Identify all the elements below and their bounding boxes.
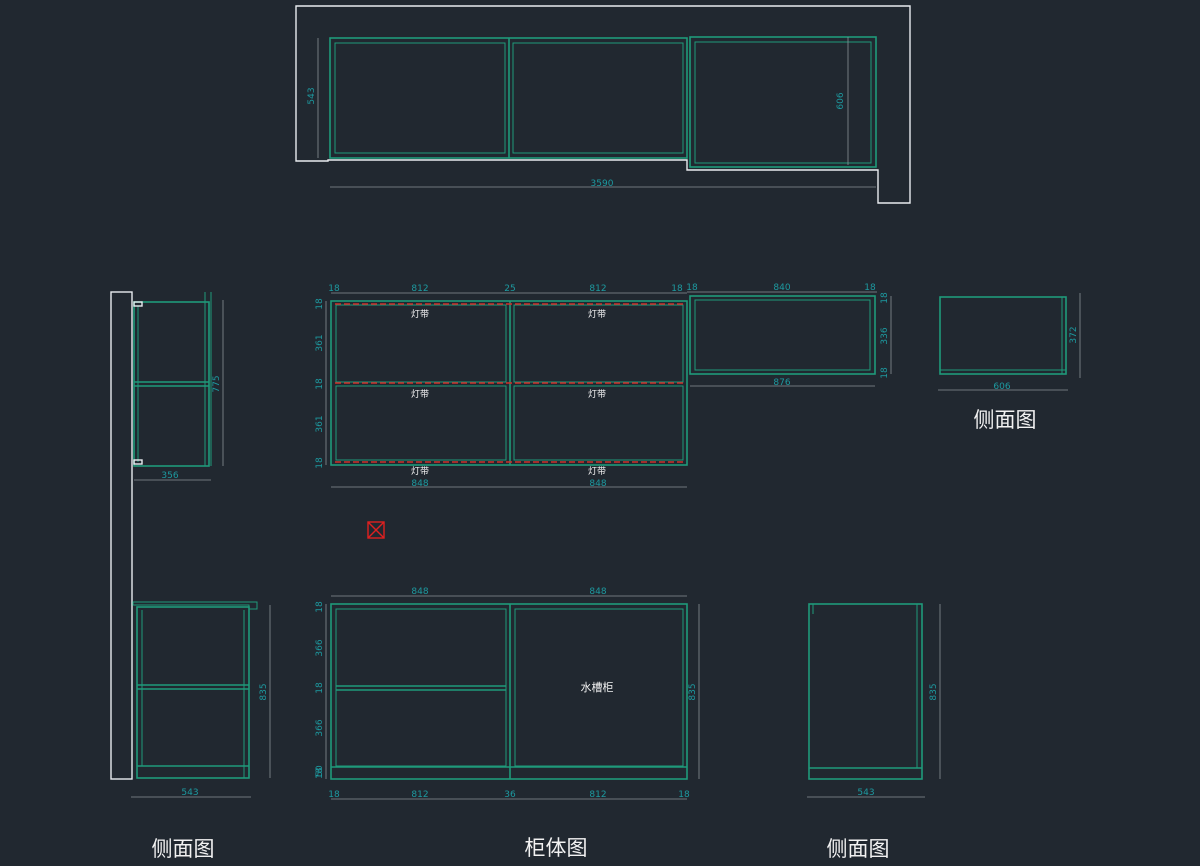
dim-right-top-2: 18 [864, 283, 876, 293]
cad-drawing-canvas: 543 606 3590 775 356 18 812 25 812 18 18… [0, 0, 1200, 866]
light-strip-label: 灯带 [588, 309, 606, 320]
light-strip-label: 灯带 [411, 309, 429, 320]
plan-cell-2 [512, 42, 684, 154]
dim-lower-height: 835 [688, 683, 698, 700]
dim-right-top-0: 18 [686, 283, 698, 293]
dim-side-right-height: 372 [1069, 326, 1079, 343]
dim-lower-h-0: 18 [315, 601, 325, 613]
dim-upper-bottom-1: 848 [589, 479, 606, 489]
main-drawing-title: 柜体图 [525, 836, 588, 860]
dim-lower-bottom-1: 812 [411, 790, 428, 800]
dim-upper-side-depth: 356 [161, 471, 178, 481]
dim-lower-bottom-2: 36 [504, 790, 516, 800]
dim-lower-right-height: 835 [929, 683, 939, 700]
light-strip-label: 灯带 [588, 389, 606, 400]
dim-lower-bottom-3: 812 [589, 790, 606, 800]
dim-width-overall: 3590 [591, 179, 614, 189]
dim-lower-right-depth: 543 [857, 788, 874, 798]
side-view-title-upper: 侧面图 [974, 408, 1037, 432]
upper-side-view-left: 775 356 [133, 292, 224, 481]
side-view-title-left: 侧面图 [152, 837, 215, 861]
dim-lower-top-1: 848 [589, 587, 606, 597]
wall-outline [295, 5, 911, 204]
light-strip-label: 灯带 [411, 389, 429, 400]
lower-right-side-body [808, 603, 923, 780]
dim-upper-top-1: 812 [411, 284, 428, 294]
lower-side-body [136, 606, 250, 779]
dim-upper-side-height: 775 [212, 375, 222, 392]
dim-upper-h-0: 18 [315, 298, 325, 310]
dim-right-bottom: 876 [773, 378, 790, 388]
side-view-title-right: 侧面图 [827, 837, 890, 861]
upper-right-body [689, 295, 876, 375]
dim-depth-right: 606 [836, 92, 846, 109]
dim-upper-bottom-0: 848 [411, 479, 428, 489]
lower-front-body [330, 603, 688, 780]
dim-upper-h-4: 18 [315, 457, 325, 469]
countertop-left [132, 601, 258, 610]
red-cross-marker [367, 521, 385, 539]
dim-upper-top-3: 812 [589, 284, 606, 294]
dim-lower-bottom-0: 18 [328, 790, 340, 800]
upper-right-cabinet: 18 840 18 18 336 18 876 [686, 283, 892, 388]
light-strip-label: 灯带 [411, 466, 429, 477]
dim-lower-h-2: 18 [315, 682, 325, 694]
dim-lower-top-0: 848 [411, 587, 428, 597]
dim-upper-top-0: 18 [328, 284, 340, 294]
dim-lower-h-1: 366 [315, 639, 325, 656]
upper-side-view-right: 372 606 侧面图 [938, 293, 1081, 432]
dim-right-h-2: 18 [880, 367, 890, 379]
lower-side-view-right: 835 543 侧面图 [807, 603, 941, 861]
left-side-panel [110, 291, 133, 780]
sink-cabinet-label: 水槽柜 [581, 681, 614, 694]
cabinet-drawing: 543 606 3590 775 356 18 812 25 812 18 18… [110, 5, 1081, 861]
upper-right-side-body [939, 296, 1067, 375]
dim-side-right-depth: 606 [993, 382, 1010, 392]
dim-right-h-1: 336 [880, 327, 890, 344]
dim-upper-top-4: 18 [671, 284, 683, 294]
dim-depth-left: 543 [307, 87, 317, 104]
lower-front-view: 848 848 18 366 18 366 50 18 835 水槽柜 18 8… [315, 587, 700, 860]
dim-lower-side-depth: 543 [181, 788, 198, 798]
dim-upper-h-1: 361 [315, 334, 325, 351]
dim-upper-top-2: 25 [504, 284, 515, 294]
upper-side-body [133, 301, 210, 467]
dim-lower-h-5: 18 [315, 767, 325, 779]
plan-cell-1 [334, 42, 506, 154]
dim-upper-h-2: 18 [315, 378, 325, 390]
dim-lower-h-3: 366 [315, 719, 325, 736]
upper-front-view: 18 812 25 812 18 18 361 18 361 18 灯带 灯带 … [315, 284, 688, 489]
light-strip-label: 灯带 [588, 466, 606, 477]
dim-upper-h-3: 361 [315, 415, 325, 432]
dim-lower-side-height: 835 [259, 683, 269, 700]
dim-right-h-0: 18 [880, 292, 890, 304]
lower-side-view-left: 835 543 侧面图 [131, 601, 271, 861]
dim-lower-bottom-4: 18 [678, 790, 690, 800]
top-plan-view: 543 606 3590 [295, 5, 911, 204]
dim-right-top-1: 840 [773, 283, 790, 293]
